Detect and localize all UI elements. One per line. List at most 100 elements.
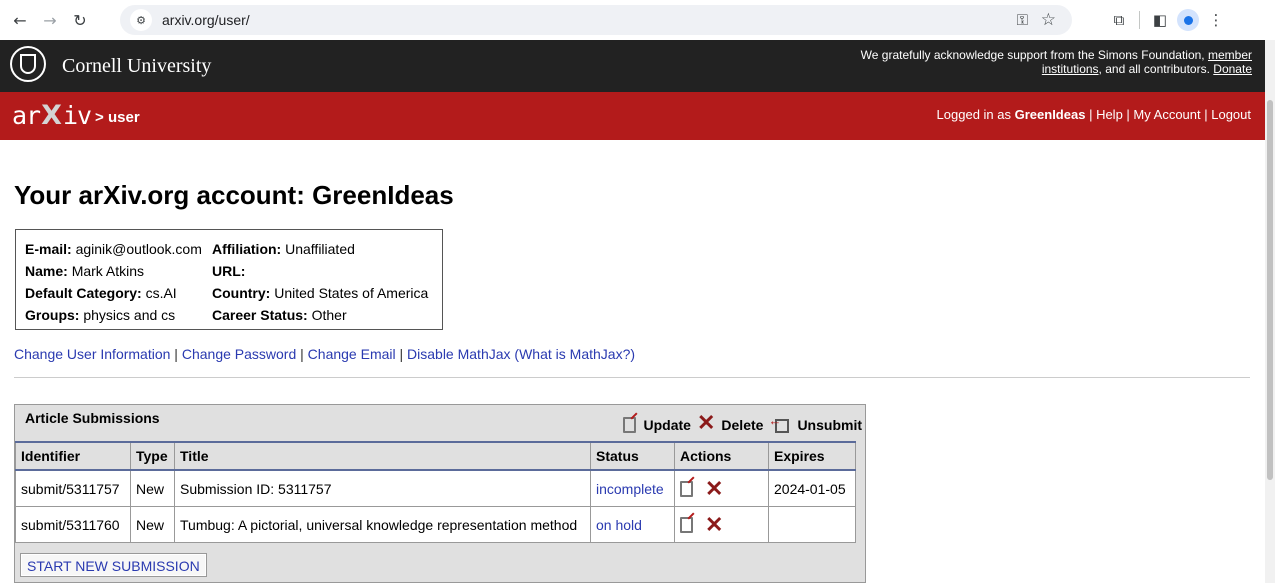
col-actions: Actions bbox=[674, 441, 769, 471]
support-notice: We gratefully acknowledge support from t… bbox=[832, 48, 1252, 76]
scrollbar[interactable] bbox=[1265, 40, 1275, 583]
submissions-heading: Article Submissions bbox=[25, 410, 160, 426]
col-expires: Expires bbox=[768, 441, 856, 471]
url-text[interactable]: arxiv.org/user/ bbox=[162, 12, 250, 28]
delete-icon[interactable]: ✕ bbox=[705, 477, 723, 499]
category-label: Default Category: bbox=[25, 285, 142, 301]
table-header-row: Identifier Type Title Status Actions Exp… bbox=[15, 441, 856, 471]
unsubmit-icon bbox=[768, 413, 790, 433]
edit-icon[interactable] bbox=[680, 480, 693, 497]
col-identifier: Identifier bbox=[15, 441, 131, 471]
logged-in-label: Logged in as bbox=[936, 107, 1011, 122]
affiliation-label: Affiliation: bbox=[212, 241, 282, 257]
change-email-link[interactable]: Change Email bbox=[308, 346, 396, 362]
donate-link[interactable]: Donate bbox=[1213, 62, 1252, 76]
what-is-mathjax-link[interactable]: What is MathJax? bbox=[519, 346, 630, 362]
my-account-link[interactable]: My Account bbox=[1133, 107, 1200, 122]
affiliation-value: Unaffiliated bbox=[285, 241, 355, 257]
breadcrumb: > user bbox=[95, 109, 140, 126]
reload-icon[interactable]: ↻ bbox=[66, 6, 94, 34]
status-link[interactable]: on hold bbox=[596, 517, 642, 533]
profile-avatar[interactable] bbox=[1174, 6, 1202, 34]
start-new-submission-button[interactable]: START NEW SUBMISSION bbox=[20, 553, 207, 577]
name-value: Mark Atkins bbox=[71, 263, 145, 279]
side-panel-icon[interactable]: ◧ bbox=[1146, 6, 1174, 34]
delete-icon: ✕ bbox=[696, 410, 716, 435]
email-value: aginik@outlook.com bbox=[75, 241, 202, 257]
disable-mathjax-link[interactable]: Disable MathJax bbox=[407, 346, 511, 362]
account-info-right: Affiliation: Unaffiliated URL: Country: … bbox=[212, 238, 428, 326]
cell-status: incomplete bbox=[590, 469, 675, 507]
forward-arrow-icon[interactable]: → bbox=[36, 6, 64, 34]
browser-toolbar: ← → ↻ ⚙ arxiv.org/user/ ⚿ ☆ ⧉ ◧ ⋮ bbox=[0, 0, 1275, 40]
more-menu-icon[interactable]: ⋮ bbox=[1202, 6, 1230, 34]
change-password-link[interactable]: Change Password bbox=[182, 346, 296, 362]
cell-expires: 2024-01-05 bbox=[768, 469, 856, 507]
status-link[interactable]: incomplete bbox=[596, 481, 664, 497]
submissions-table: Identifier Type Title Status Actions Exp… bbox=[15, 441, 856, 543]
col-type: Type bbox=[130, 441, 175, 471]
cell-type: New bbox=[130, 506, 175, 543]
address-bar[interactable]: ⚙ arxiv.org/user/ ⚿ ☆ bbox=[120, 5, 1072, 35]
action-legend: Update ✕ Delete Unsubmit bbox=[617, 410, 862, 435]
logo-iv: iv bbox=[62, 101, 92, 130]
password-key-icon[interactable]: ⚿ bbox=[1017, 11, 1028, 29]
account-links: Change User Information | Change Passwor… bbox=[14, 346, 636, 362]
logout-link[interactable]: Logout bbox=[1211, 107, 1251, 122]
career-label: Career Status: bbox=[212, 307, 308, 323]
toolbar-divider bbox=[1139, 11, 1140, 29]
cell-actions: ✕ bbox=[674, 506, 769, 543]
site-info-icon[interactable]: ⚙ bbox=[130, 9, 152, 31]
legend-unsubmit: Unsubmit bbox=[797, 417, 862, 433]
arxiv-logo[interactable]: ar Xiv > user bbox=[12, 100, 140, 131]
update-icon bbox=[622, 417, 636, 433]
bookmark-star-icon[interactable]: ☆ bbox=[1041, 10, 1056, 30]
submissions-panel: Article Submissions Update ✕ Delete Unsub… bbox=[14, 404, 866, 583]
groups-label: Groups: bbox=[25, 307, 80, 323]
career-value: Other bbox=[311, 307, 347, 323]
cell-identifier: submit/5311757 bbox=[15, 469, 131, 507]
country-value: United States of America bbox=[274, 285, 429, 301]
cell-title: Submission ID: 5311757 bbox=[174, 469, 591, 507]
logo-ar: ar bbox=[12, 101, 41, 130]
logo-x: X bbox=[41, 100, 62, 131]
change-info-link[interactable]: Change User Information bbox=[14, 346, 170, 362]
divider bbox=[14, 377, 1250, 378]
cell-identifier: submit/5311760 bbox=[15, 506, 131, 543]
category-value: cs.AI bbox=[145, 285, 177, 301]
scrollbar-thumb[interactable] bbox=[1267, 100, 1273, 480]
mathjax-paren-close: ) bbox=[630, 346, 636, 362]
country-label: Country: bbox=[212, 285, 271, 301]
support-mid-text: , and all contributors. bbox=[1098, 62, 1210, 76]
groups-value: physics and cs bbox=[83, 307, 176, 323]
cell-status: on hold bbox=[590, 506, 675, 543]
user-links: Logged in as GreenIdeas | Help | My Acco… bbox=[936, 107, 1251, 122]
cell-title: Tumbug: A pictorial, universal knowledge… bbox=[174, 506, 591, 543]
support-text: We gratefully acknowledge support from t… bbox=[860, 48, 1205, 62]
back-arrow-icon[interactable]: ← bbox=[6, 6, 34, 34]
extensions-icon[interactable]: ⧉ bbox=[1105, 6, 1133, 34]
cell-type: New bbox=[130, 469, 175, 507]
account-info-box: E-mail: aginik@outlook.com Name: Mark At… bbox=[15, 229, 443, 330]
cornell-seal-icon[interactable] bbox=[10, 46, 46, 82]
edit-icon[interactable] bbox=[680, 516, 693, 533]
cornell-header: Cornell University We gratefully acknowl… bbox=[0, 40, 1265, 92]
arxiv-header: ar Xiv > user Logged in as GreenIdeas | H… bbox=[0, 92, 1265, 140]
help-link[interactable]: Help bbox=[1096, 107, 1123, 122]
username: GreenIdeas bbox=[1014, 107, 1086, 122]
cornell-name[interactable]: Cornell University bbox=[62, 55, 211, 78]
table-row: submit/5311760 New Tumbug: A pictorial, … bbox=[15, 506, 856, 543]
account-info-left: E-mail: aginik@outlook.com Name: Mark At… bbox=[25, 238, 202, 326]
cell-actions: ✕ bbox=[674, 469, 769, 507]
table-row: submit/5311757 New Submission ID: 531175… bbox=[15, 469, 856, 507]
name-label: Name: bbox=[25, 263, 68, 279]
cell-expires bbox=[768, 506, 856, 543]
col-title: Title bbox=[174, 441, 591, 471]
col-status: Status bbox=[590, 441, 675, 471]
page-title: Your arXiv.org account: GreenIdeas bbox=[14, 180, 454, 210]
delete-icon[interactable]: ✕ bbox=[705, 513, 723, 535]
email-label: E-mail: bbox=[25, 241, 72, 257]
legend-delete: Delete bbox=[721, 417, 764, 433]
legend-update: Update bbox=[643, 417, 691, 433]
url-label: URL: bbox=[212, 263, 246, 279]
